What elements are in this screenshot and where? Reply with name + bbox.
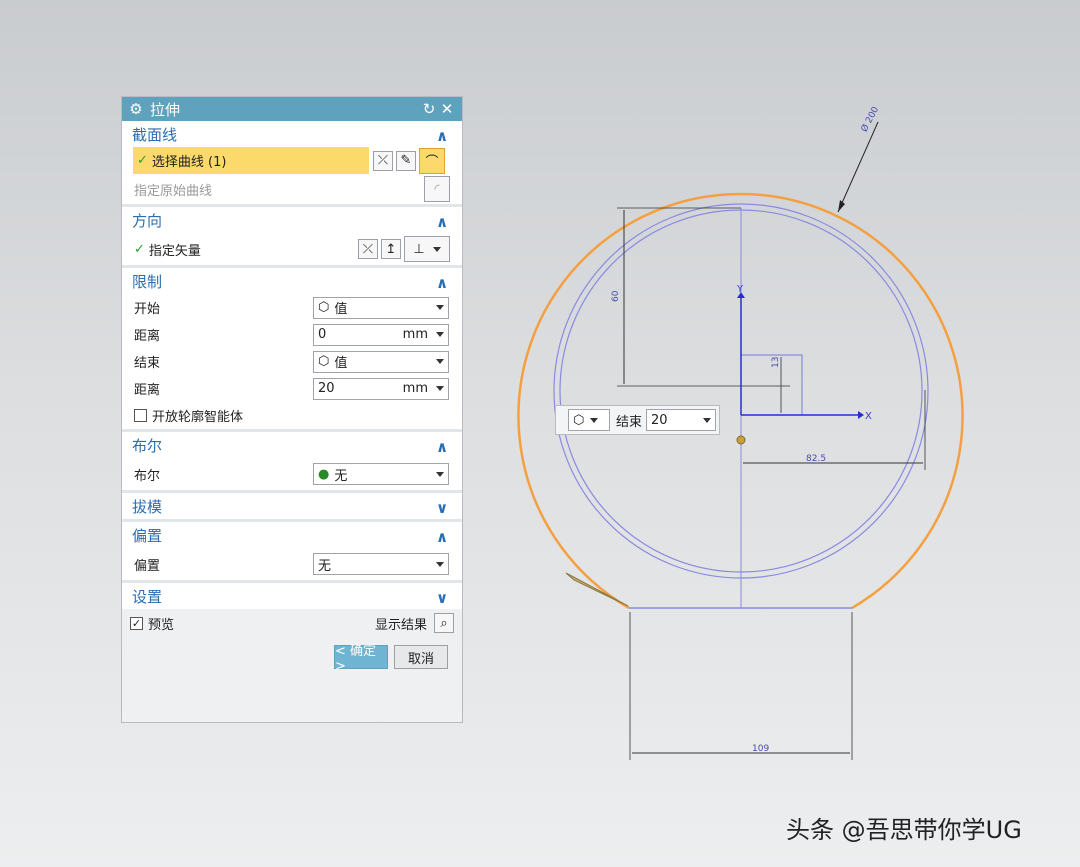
start-type-dropdown[interactable]: ⬡ 值 [313, 296, 449, 319]
section-draft: 拔模 ∨ [122, 493, 462, 522]
boolean-title: 布尔 [132, 436, 163, 455]
section-limits: 限制 ∧ 开始 ⬡ 值 距离 0 mm 结束 ⬡ 值 距离 20 mm 开放轮廓… [122, 268, 462, 432]
y-axis-label: Y [736, 284, 744, 295]
specify-vector-row[interactable]: ✓ 指定矢量 ⤫ ↥ ⊥ [122, 233, 462, 265]
cancel-button[interactable]: 取消 [394, 645, 448, 669]
x-axis-arrow [858, 411, 864, 419]
settings-header[interactable]: 设置 ∨ [122, 583, 462, 609]
open-profile-row[interactable]: 开放轮廓智能体 [122, 402, 462, 429]
dim-60-text: 60 [611, 290, 621, 302]
section-direction: 方向 ∧ ✓ 指定矢量 ⤫ ↥ ⊥ [122, 207, 462, 268]
sketch-section-icon[interactable]: ✎ [396, 150, 416, 171]
show-result-label: 显示结果 [374, 617, 427, 633]
direction-header[interactable]: 方向 ∧ [122, 207, 462, 233]
limits-title: 限制 [132, 272, 163, 291]
specify-curve-label: 指定原始曲线 [134, 183, 213, 199]
extrude-dialog: ⚙ 拉伸 ↻ ✕ 截面线 ∧ ✓ 选择曲线 (1) ⤫ ✎ ⌒ 指定原始曲线 ◜… [121, 96, 463, 723]
end-distance-row: 距离 20 mm [122, 375, 462, 402]
section-offset: 偏置 ∧ 偏置 无 [122, 522, 462, 583]
dialog-titlebar: ⚙ 拉伸 ↻ ✕ [122, 97, 462, 121]
settings-title: 设置 [132, 587, 163, 606]
cube-icon: ⬡ [573, 412, 585, 428]
boolean-dropdown[interactable]: ● 无 [313, 463, 449, 485]
dim-13-text: 13 [771, 357, 781, 368]
chevron-up-icon[interactable]: ∧ [436, 528, 452, 546]
vector-type-dropdown[interactable]: ⊥ [404, 236, 450, 262]
limits-header[interactable]: 限制 ∧ [122, 268, 462, 294]
diameter-dim-text: Ø 200 [859, 105, 882, 134]
start-distance-input[interactable]: 0 mm [313, 323, 449, 346]
cube-icon: ⬡ [318, 300, 330, 315]
diameter-arrowhead [838, 200, 845, 212]
specify-vector-label: 指定矢量 [148, 243, 201, 259]
dialog-buttons: < 确定 > 取消 [122, 637, 462, 674]
diameter-leader [837, 121, 879, 213]
offset-header[interactable]: 偏置 ∧ [122, 522, 462, 548]
boolean-none-icon: ● [318, 466, 330, 482]
offset-row: 偏置 无 [122, 548, 462, 580]
section-settings: 设置 ∨ [122, 583, 462, 609]
preview-label: 预览 [148, 617, 175, 633]
magnifier-icon[interactable]: ⌕ [434, 613, 454, 633]
chevron-up-icon[interactable]: ∧ [436, 274, 452, 292]
original-curve-icon[interactable]: ◜ [424, 176, 450, 202]
floating-value-type-dropdown[interactable]: ⬡ [568, 409, 610, 431]
cube-icon: ⬡ [318, 354, 330, 369]
watermark-text: 头条 @吾思带你学UG [786, 816, 1022, 844]
gear-icon: ⚙ [129, 100, 143, 118]
dialog-title: 拉伸 [150, 100, 181, 119]
end-distance-input[interactable]: 20 mm [313, 377, 449, 400]
chevron-up-icon[interactable]: ∧ [436, 213, 452, 231]
check-icon: ✓ [137, 153, 148, 168]
select-curve-field[interactable]: ✓ 选择曲线 (1) [133, 147, 369, 174]
end-row: 结束 ⬡ 值 [122, 348, 462, 375]
chevron-up-icon[interactable]: ∧ [436, 127, 452, 145]
reset-icon[interactable]: ↻ [420, 100, 438, 118]
chevron-down-icon[interactable]: ∨ [436, 589, 452, 607]
preview-row: ✓ 预览 显示结果 ⌕ [122, 609, 462, 637]
extrude-direction-handle [565, 572, 629, 607]
floating-end-value-input[interactable]: 20 [646, 409, 717, 431]
start-distance-row: 距离 0 mm [122, 321, 462, 348]
section-curve: 截面线 ∧ ✓ 选择曲线 (1) ⤫ ✎ ⌒ 指定原始曲线 ◜ [122, 121, 462, 207]
select-curve-row[interactable]: ✓ 选择曲线 (1) ⤫ ✎ ⌒ [122, 147, 462, 174]
curve-icon[interactable]: ⌒ [419, 147, 445, 174]
start-row: 开始 ⬡ 值 [122, 294, 462, 321]
open-profile-label: 开放轮廓智能体 [152, 410, 244, 425]
section-curve-title: 截面线 [132, 125, 178, 144]
section-curve-header[interactable]: 截面线 ∧ [122, 121, 462, 147]
sketch-point [736, 435, 746, 445]
chevron-down-icon[interactable]: ∨ [436, 499, 452, 517]
draft-header[interactable]: 拔模 ∨ [122, 493, 462, 519]
close-icon[interactable]: ✕ [438, 100, 456, 118]
deselect-icon[interactable]: ⤫ [373, 150, 393, 171]
boolean-header[interactable]: 布尔 ∧ [122, 432, 462, 458]
preview-checkbox[interactable]: ✓ [130, 616, 143, 630]
floating-end-input-box: ⬡ 结束 20 [555, 405, 720, 435]
specify-curve-row[interactable]: 指定原始曲线 ◜ [122, 174, 462, 204]
boolean-row: 布尔 ● 无 [122, 458, 462, 490]
offset-title: 偏置 [132, 526, 163, 545]
chevron-up-icon[interactable]: ∧ [436, 438, 452, 456]
reverse-direction-icon[interactable]: ⤫ [358, 239, 378, 259]
ok-button[interactable]: < 确定 > [334, 644, 388, 674]
x-axis-label: X [865, 411, 872, 422]
section-boolean: 布尔 ∧ 布尔 ● 无 [122, 432, 462, 493]
open-profile-checkbox[interactable] [134, 409, 147, 422]
direction-title: 方向 [132, 211, 163, 230]
dim-82-5-text: 82.5 [806, 454, 826, 464]
select-curve-label: 选择曲线 (1) [151, 155, 227, 170]
end-type-dropdown[interactable]: ⬡ 值 [313, 350, 449, 373]
dim-109-text: 109 [752, 744, 769, 754]
draft-title: 拔模 [132, 497, 163, 516]
offset-dropdown[interactable]: 无 [313, 553, 449, 575]
floating-end-label: 结束 [616, 414, 643, 430]
check-icon: ✓ [134, 241, 145, 257]
vector-dialog-icon[interactable]: ↥ [381, 239, 401, 259]
